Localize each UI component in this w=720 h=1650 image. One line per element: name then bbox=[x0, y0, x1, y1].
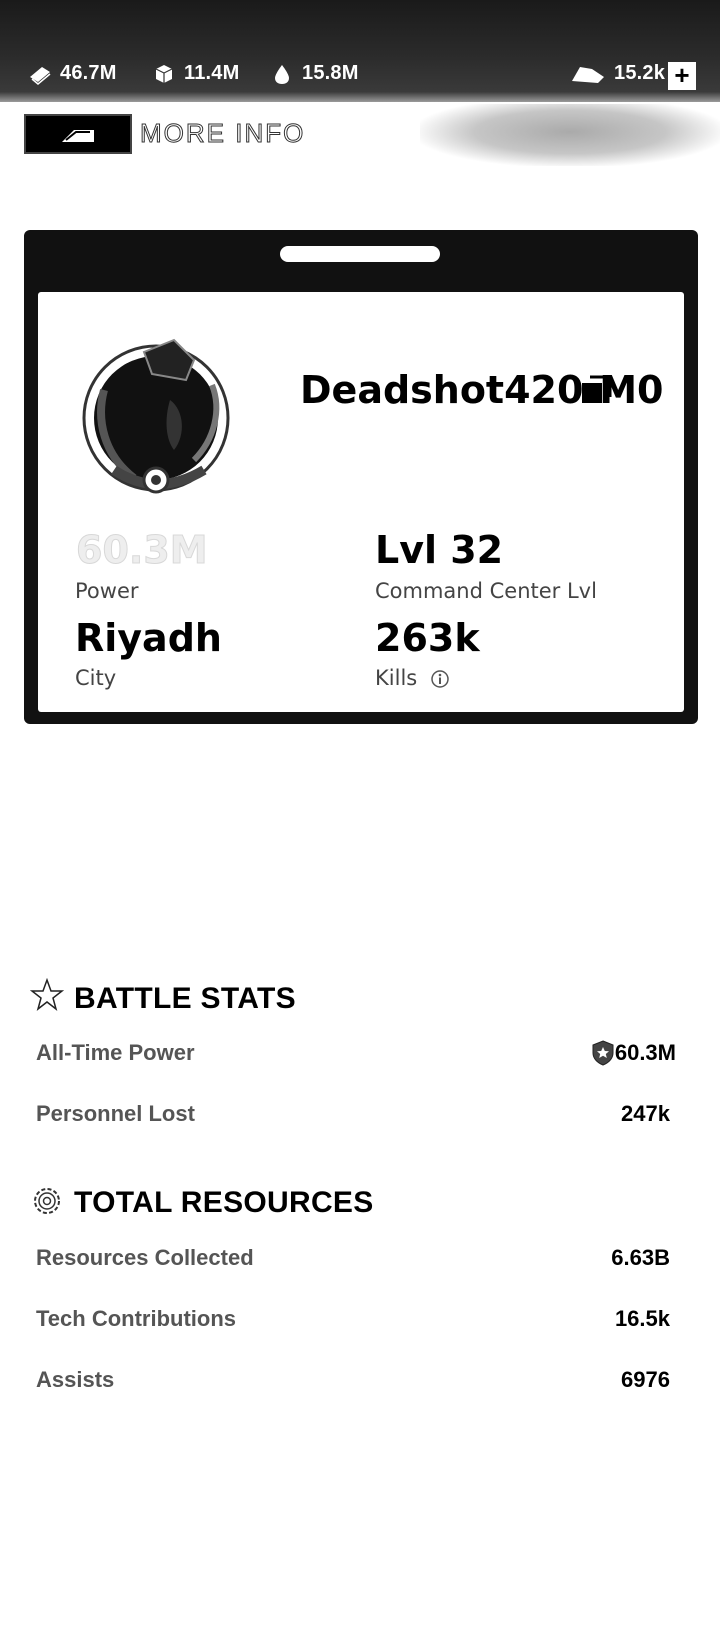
cash-icon bbox=[30, 66, 51, 85]
all-time-power-value: 60.3M bbox=[614, 1040, 676, 1065]
power-label: Power bbox=[75, 579, 139, 603]
oil-resource[interactable]: 15.8M bbox=[270, 62, 359, 85]
parts-value: 11.4M bbox=[184, 62, 240, 84]
crate-icon bbox=[155, 64, 173, 83]
total-resources-title: TOTAL RESOURCES bbox=[74, 1186, 374, 1219]
gear-icon bbox=[34, 1188, 60, 1214]
back-arrow-icon bbox=[62, 130, 94, 142]
card-handle bbox=[280, 246, 440, 262]
command-center-level-label: Command Center Lvl bbox=[375, 579, 597, 603]
kills-label: Kills bbox=[375, 666, 418, 690]
city-value: Riyadh bbox=[75, 616, 222, 660]
gold-resource[interactable]: 15.2k bbox=[570, 62, 665, 85]
assists-label: Assists bbox=[36, 1367, 115, 1392]
add-gold-button[interactable]: + bbox=[668, 62, 696, 90]
page-header: MORE INFO bbox=[24, 112, 720, 154]
gold-value: 15.2k bbox=[614, 62, 666, 84]
resource-bar bbox=[0, 0, 720, 102]
all-time-power-label: All-Time Power bbox=[36, 1040, 195, 1065]
money-resource[interactable]: 46.7M bbox=[28, 62, 117, 85]
star-icon bbox=[30, 978, 64, 1011]
player-avatar[interactable] bbox=[74, 330, 238, 500]
tech-contributions-label: Tech Contributions bbox=[36, 1306, 237, 1331]
kills-value: 263k bbox=[375, 616, 480, 660]
command-center-level-value: Lvl 32 bbox=[375, 528, 504, 572]
oil-value: 15.8M bbox=[302, 62, 359, 84]
city-label: City bbox=[75, 666, 117, 690]
money-value: 46.7M bbox=[60, 62, 117, 84]
resources-collected-value: 6.63B bbox=[611, 1245, 670, 1270]
oil-drop-icon bbox=[275, 64, 289, 84]
page-title: MORE INFO bbox=[139, 118, 306, 149]
shield-star-icon bbox=[592, 1040, 614, 1066]
back-button[interactable] bbox=[24, 114, 132, 154]
assists-value: 6976 bbox=[621, 1367, 670, 1392]
tech-contributions-value: 16.5k bbox=[614, 1306, 670, 1331]
info-icon[interactable] bbox=[430, 669, 450, 689]
resources-collected-label: Resources Collected bbox=[36, 1245, 254, 1270]
battle-stats-title: BATTLE STATS bbox=[74, 982, 296, 1015]
copy-icon[interactable] bbox=[580, 374, 612, 406]
personnel-lost-label: Personnel Lost bbox=[36, 1101, 195, 1126]
personnel-lost-value: 247k bbox=[621, 1101, 670, 1126]
power-value: 60.3M bbox=[76, 528, 209, 573]
parts-resource[interactable]: 11.4M bbox=[152, 62, 239, 85]
gold-bars-icon bbox=[572, 66, 604, 83]
